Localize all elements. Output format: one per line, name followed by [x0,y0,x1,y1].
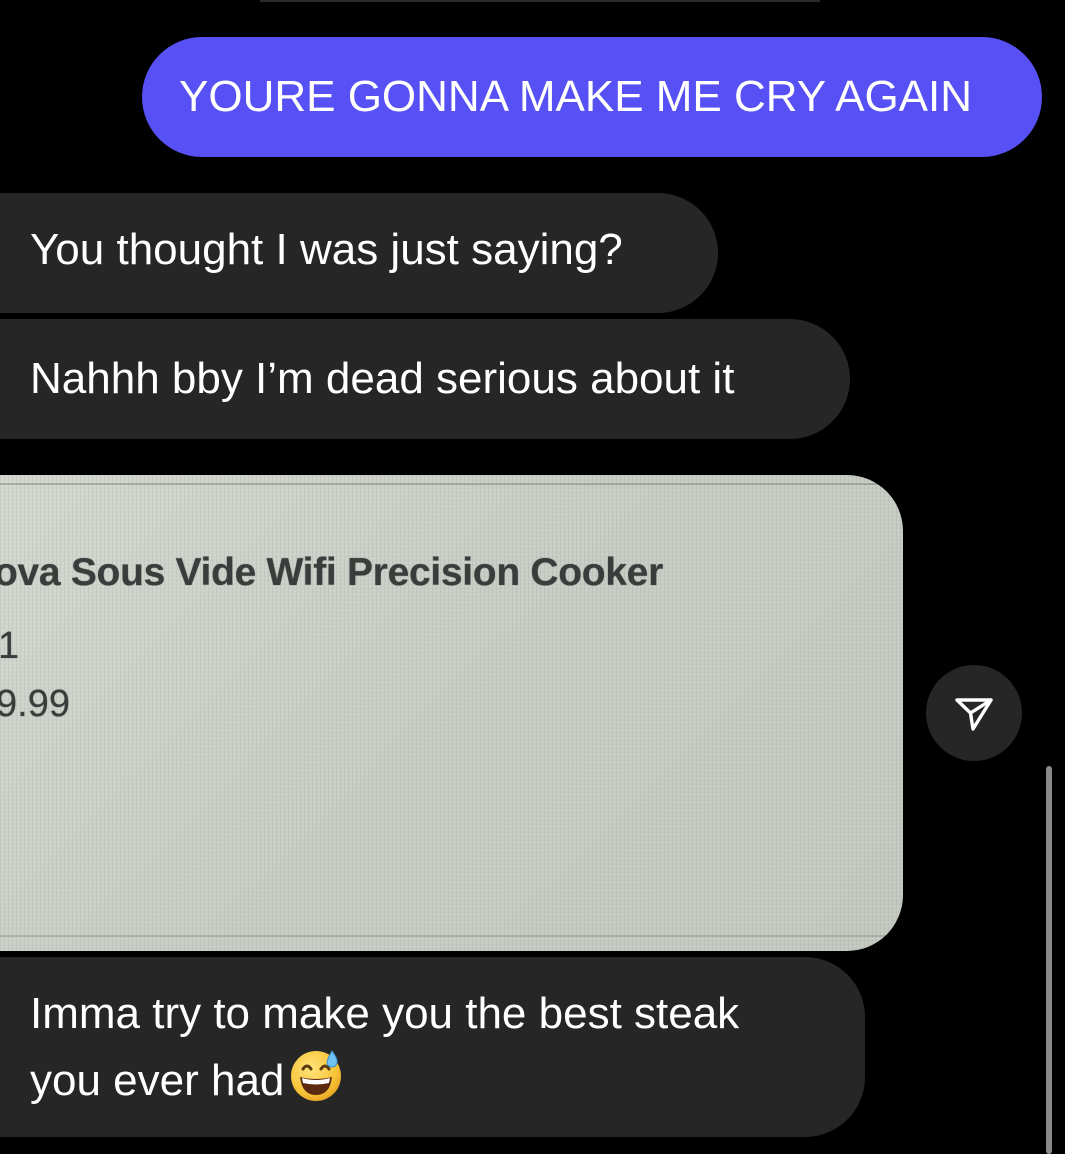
share-button[interactable] [926,665,1022,761]
received-message-text-line: you ever had [30,1047,865,1109]
receipt-price: 9.99 [0,683,70,725]
received-message-text: Nahhh bby I’m dead serious about it [30,354,735,403]
receipt-border-line [0,935,903,937]
paper-plane-icon [955,698,993,731]
top-divider [260,0,820,2]
receipt-product-name: ova Sous Vide Wifi Precision Cooker [0,551,663,594]
receipt-quantity: 1 [0,625,20,667]
received-message-bubble[interactable]: You thought I was just saying? [0,193,718,313]
received-image-message[interactable] [0,475,903,951]
scrollbar[interactable] [1046,766,1052,1154]
received-message-text: you ever had [30,1056,285,1105]
sent-message-text: YOURE GONNA MAKE ME CRY AGAIN [179,72,973,121]
grinning-face-with-sweat-icon [288,1047,344,1118]
receipt-border-line [0,483,903,485]
sent-message-bubble[interactable]: YOURE GONNA MAKE ME CRY AGAIN [142,37,1042,157]
received-message-bubble[interactable]: Imma try to make you the best steak you … [0,957,865,1137]
received-message-text-line: Imma try to make you the best steak [30,989,740,1038]
received-message-text: You thought I was just saying? [30,225,623,274]
received-message-bubble[interactable]: Nahhh bby I’m dead serious about it [0,319,850,439]
